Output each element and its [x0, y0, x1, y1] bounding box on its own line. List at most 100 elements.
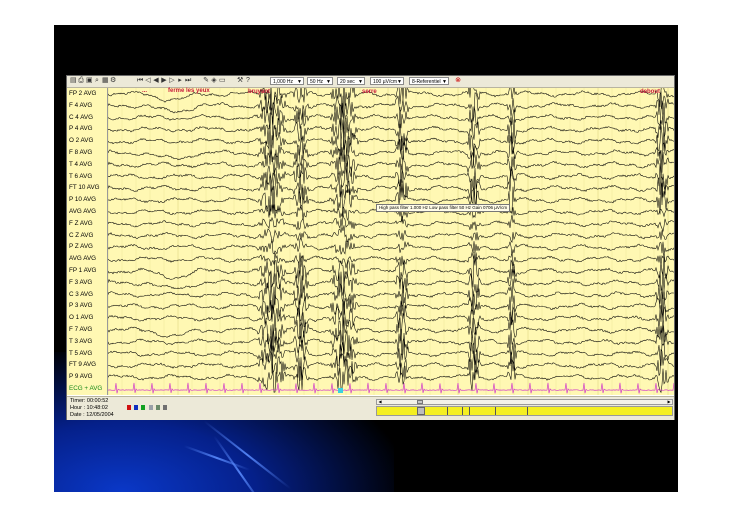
channel-label[interactable]: ECG + AVG: [69, 385, 102, 392]
low-pass-select[interactable]: 50 Hz ▼: [307, 77, 333, 85]
play-icon[interactable]: ▶: [161, 77, 167, 84]
annotation-marker: ...: [142, 88, 148, 94]
channel-label[interactable]: AVG AVG: [69, 208, 96, 215]
channel-label[interactable]: AVG AVG: [69, 255, 96, 262]
channel-label[interactable]: FT 10 AVG: [69, 184, 100, 191]
video-icon[interactable]: ▭: [219, 77, 226, 84]
scroll-thumb[interactable]: [417, 400, 423, 404]
gain-select[interactable]: 100 µV/cm ▼: [370, 77, 404, 85]
channel-label[interactable]: FP 1 AVG: [69, 267, 96, 274]
recording-timeline[interactable]: [376, 406, 673, 416]
ecg-trace: [107, 382, 675, 394]
eeg-channel-trace: [108, 112, 675, 151]
channel-label[interactable]: F 7 AVG: [69, 326, 92, 333]
eeg-channel-trace: [107, 251, 675, 288]
open-icon[interactable]: ▤: [70, 77, 77, 84]
channel-label[interactable]: T 4 AVG: [69, 161, 92, 168]
channel-label[interactable]: FT 9 AVG: [69, 361, 96, 368]
timer-readout: Timer: 00:00:52: [70, 398, 109, 404]
chevron-down-icon: ▼: [358, 79, 363, 85]
settings-icon[interactable]: ⚙: [110, 77, 116, 84]
time-base-select[interactable]: 20 sec ▼: [337, 77, 365, 85]
tools-icon[interactable]: ⚒: [237, 77, 243, 84]
event-marker-icon: [338, 388, 343, 393]
green-flag-icon[interactable]: [141, 405, 145, 410]
eeg-channel-trace: [107, 225, 675, 243]
close-montage-icon[interactable]: ⊗: [455, 77, 461, 84]
chevron-down-icon: ▼: [326, 79, 331, 85]
annotation-marker: ferme les yeux: [168, 88, 210, 94]
last-page-icon[interactable]: ⏭: [185, 77, 191, 84]
scroll-right-icon[interactable]: ▶: [666, 400, 672, 404]
annotation-marker: bruyant: [248, 89, 271, 95]
channel-label[interactable]: P 4 AVG: [69, 125, 93, 132]
toolbar: ▤ ⎙ ▣ ⌕ ▦ ⚙ ⏮ ◁ ◀ ▶ ▷ ▸ ⏭ ✎ ◈ ▭ ⚒? 1,000 Hz ▼ 50 Hz ▼ 20 s…: [67, 76, 674, 88]
eeg-viewer-window: ▤ ⎙ ▣ ⌕ ▦ ⚙ ⏮ ◁ ◀ ▶ ▷ ▸ ⏭ ✎ ◈ ▭ ⚒? 1,000 Hz ▼ 50 Hz ▼ 20 s…: [66, 75, 675, 420]
channel-label[interactable]: F 3 AVG: [69, 279, 92, 286]
channel-label[interactable]: FP 2 AVG: [69, 90, 96, 97]
hour-readout: Hour : 10:48:02: [70, 405, 108, 411]
timeline-event-mark: [495, 407, 496, 415]
date-readout: Date : 12/05/2004: [70, 412, 114, 418]
channel-label[interactable]: F 8 AVG: [69, 149, 92, 156]
montage-icon[interactable]: ▦: [102, 77, 109, 84]
zoom-icon[interactable]: ⌕: [94, 77, 100, 84]
red-flag-icon[interactable]: [127, 405, 131, 410]
channel-label[interactable]: P 9 AVG: [69, 373, 93, 380]
chevron-down-icon: ▼: [397, 79, 402, 85]
eeg-channel-trace: [107, 358, 675, 394]
timeline-event-mark: [527, 407, 528, 415]
note-icon[interactable]: [149, 405, 153, 410]
montage-select[interactable]: 8-Referentiel ▼: [409, 77, 449, 85]
status-bar: Timer: 00:00:52 Hour : 10:48:02 Date : 1…: [67, 396, 674, 420]
eeg-channel-trace: [107, 251, 675, 269]
blue-flag-icon[interactable]: [134, 405, 138, 410]
timeline-event-mark: [469, 407, 470, 415]
eeg-waveforms: [107, 77, 675, 395]
timeline-position-thumb[interactable]: [417, 407, 425, 415]
annotation-marker: serre: [362, 89, 377, 95]
first-page-icon[interactable]: ⏮: [137, 77, 143, 84]
filter-icon[interactable]: ◈: [211, 77, 217, 84]
help-icon[interactable]: ?: [245, 77, 251, 84]
camera-icon[interactable]: [163, 405, 167, 410]
save-icon[interactable]: ▣: [86, 77, 93, 84]
forward-icon[interactable]: ▷: [169, 77, 175, 84]
channel-label[interactable]: P 10 AVG: [69, 196, 96, 203]
back-icon[interactable]: ◀: [153, 77, 159, 84]
eeg-channel-trace: [107, 268, 675, 298]
timeline-event-mark: [462, 407, 463, 415]
eeg-channel-trace: [107, 323, 675, 361]
channel-label[interactable]: T 6 AVG: [69, 173, 92, 180]
marker-icon[interactable]: ✎: [203, 77, 209, 84]
channel-label[interactable]: T 5 AVG: [69, 350, 92, 357]
eeg-channel-trace: [107, 237, 675, 256]
eeg-channel-trace: [107, 348, 675, 381]
channel-label[interactable]: O 1 AVG: [69, 314, 93, 321]
channel-labels: FP 2 AVG F 4 AVG C 4 AVG P 4 AVG O 2 AVG F 8 …: [67, 88, 108, 395]
channel-label[interactable]: C 3 AVG: [69, 291, 93, 298]
scroll-left-icon[interactable]: ◀: [377, 400, 383, 404]
chevron-down-icon: ▼: [442, 79, 447, 85]
time-scrollbar[interactable]: ◀ ▶: [376, 399, 673, 405]
channel-label[interactable]: C 4 AVG: [69, 114, 93, 121]
eeg-channel-trace: [107, 214, 675, 232]
eeg-channel-trace: [107, 100, 675, 134]
chevron-down-icon: ▼: [297, 79, 302, 85]
previous-icon[interactable]: ◁: [145, 77, 151, 84]
edit-icon[interactable]: [156, 405, 160, 410]
annotation-marker: debout: [640, 89, 660, 95]
channel-label[interactable]: F Z AVG: [69, 220, 93, 227]
print-icon[interactable]: ⎙: [78, 77, 84, 84]
channel-label[interactable]: C Z AVG: [69, 232, 93, 239]
eeg-trace-area[interactable]: ... ferme les yeux bruyant serre debout …: [107, 77, 675, 395]
high-pass-select[interactable]: 1,000 Hz ▼: [270, 77, 304, 85]
channel-label[interactable]: P Z AVG: [69, 243, 93, 250]
channel-label[interactable]: O 2 AVG: [69, 137, 93, 144]
next-icon[interactable]: ▸: [177, 77, 183, 84]
timeline-event-mark: [447, 407, 448, 415]
channel-label[interactable]: T 3 AVG: [69, 338, 92, 345]
channel-label[interactable]: F 4 AVG: [69, 102, 92, 109]
eeg-channel-trace: [107, 337, 675, 374]
channel-label[interactable]: P 3 AVG: [69, 302, 93, 309]
